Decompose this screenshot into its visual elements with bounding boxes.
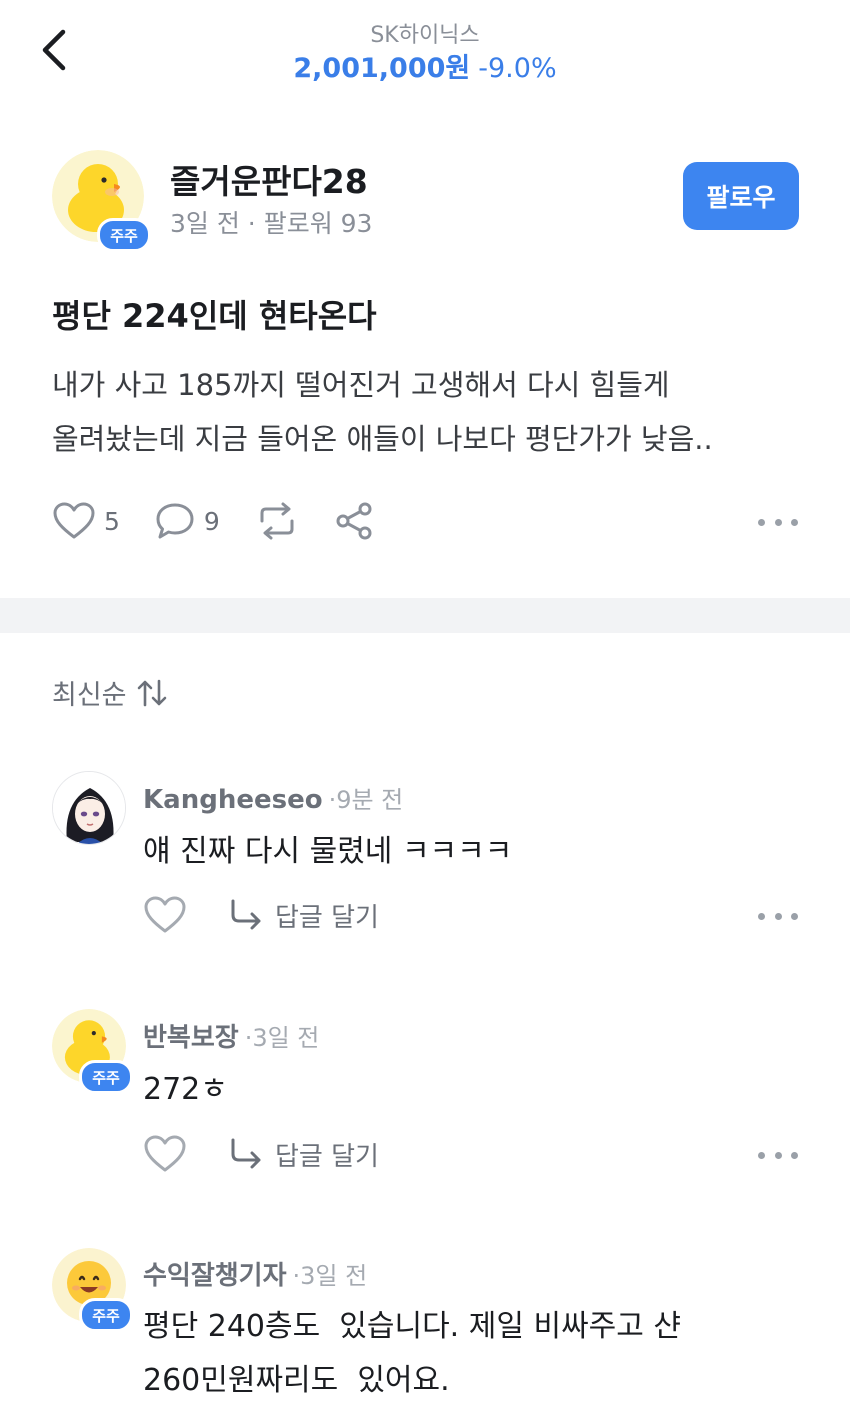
post-title: 평단 224인데 현타온다 (52, 297, 377, 335)
comment-time: ·3일 전 (292, 1262, 368, 1290)
more-icon (758, 518, 765, 526)
comment-text-line: 평단 240층도 있습니다. 제일 비싸주고 샨 (143, 1309, 682, 1344)
sort-toggle[interactable]: 최신순 (52, 673, 169, 712)
more-icon (791, 518, 798, 526)
more-icon (774, 912, 782, 920)
comment-user-row: 반복보장 ·3일 전 (143, 1017, 319, 1054)
comment-username[interactable]: 반복보장 (143, 1023, 239, 1053)
reply-label: 답글 달기 (275, 1141, 379, 1172)
more-icon (758, 912, 765, 920)
comment-icon (156, 503, 194, 539)
stock-change: -9.0% (478, 53, 557, 84)
top-header: SK하이닉스 2,001,000원 -9.0% (0, 0, 850, 100)
post-actions: 5 9 (52, 496, 408, 546)
comment-text-line: 260민원짜리도 있어요. (143, 1363, 450, 1398)
comment-actions: 답글 달기 (143, 1131, 379, 1177)
post-body-line: 내가 사고 185까지 떨어진거 고생해서 다시 힘들게 (52, 368, 670, 402)
repost-button[interactable] (254, 501, 300, 541)
heart-icon[interactable] (143, 895, 187, 935)
more-icon (791, 1151, 798, 1159)
shareholder-badge: 주주 (79, 1060, 133, 1094)
more-icon (791, 912, 798, 920)
share-icon (336, 502, 372, 540)
comment-username[interactable]: 수익잘챙기자 (143, 1261, 287, 1291)
comment-time: ·9분 전 (328, 786, 404, 814)
like-button[interactable]: 5 (52, 501, 120, 541)
comment-button[interactable]: 9 (154, 501, 220, 541)
like-count: 5 (104, 506, 120, 536)
shareholder-badge: 주주 (79, 1298, 133, 1332)
comment-more-button[interactable] (758, 906, 798, 926)
reply-label: 답글 달기 (275, 902, 379, 933)
comment-text: 272ㅎ (143, 1072, 228, 1107)
stock-price-row: 2,001,000원 -9.0% (0, 46, 850, 85)
reply-arrow-icon (231, 899, 261, 930)
sort-label: 최신순 (52, 680, 127, 711)
comment-username[interactable]: Kangheeseo (143, 785, 323, 815)
more-icon (774, 518, 782, 526)
comment-user-row: Kangheeseo ·9분 전 (143, 780, 403, 815)
heart-icon (53, 502, 95, 539)
sort-icon (137, 679, 166, 706)
reply-arrow-icon (231, 1138, 261, 1169)
stock-name[interactable]: SK하이닉스 (0, 17, 850, 49)
share-button[interactable] (334, 501, 374, 541)
comment-text: 평단 240층도 있습니다. 제일 비싸주고 샨 260민원짜리도 있어요. (143, 1300, 823, 1408)
section-divider (0, 598, 850, 633)
shareholder-badge: 주주 (97, 218, 151, 252)
comment-time: ·3일 전 (244, 1024, 320, 1052)
post-body: 내가 사고 185까지 떨어진거 고생해서 다시 힘들게 올려놨는데 지금 들어… (52, 358, 812, 466)
stock-price: 2,001,000원 (293, 53, 471, 84)
comment-user-row: 수익잘챙기자 ·3일 전 (143, 1255, 367, 1292)
reply-button[interactable]: 답글 달기 (227, 897, 379, 934)
comment-avatar[interactable] (52, 771, 126, 845)
repost-icon (260, 502, 294, 540)
post-body-line: 올려놨는데 지금 들어온 애들이 나보다 평단가가 낮음.. (52, 422, 713, 456)
comment-actions: 답글 달기 (143, 892, 379, 938)
comment-text: 얘 진짜 다시 물렸네 ㅋㅋㅋㅋ (143, 834, 513, 869)
comment-more-button[interactable] (758, 1145, 798, 1165)
heart-icon[interactable] (143, 1134, 187, 1174)
post-more-button[interactable] (758, 512, 798, 532)
follow-button[interactable]: 팔로우 (683, 162, 799, 230)
author-name[interactable]: 즐거운판다28 (170, 155, 368, 203)
more-icon (774, 1151, 782, 1159)
reply-button[interactable]: 답글 달기 (227, 1136, 379, 1173)
girl-avatar (53, 772, 125, 844)
comment-count: 9 (203, 506, 220, 536)
more-icon (758, 1151, 765, 1159)
author-meta: 3일 전 · 팔로워 93 (170, 209, 373, 238)
